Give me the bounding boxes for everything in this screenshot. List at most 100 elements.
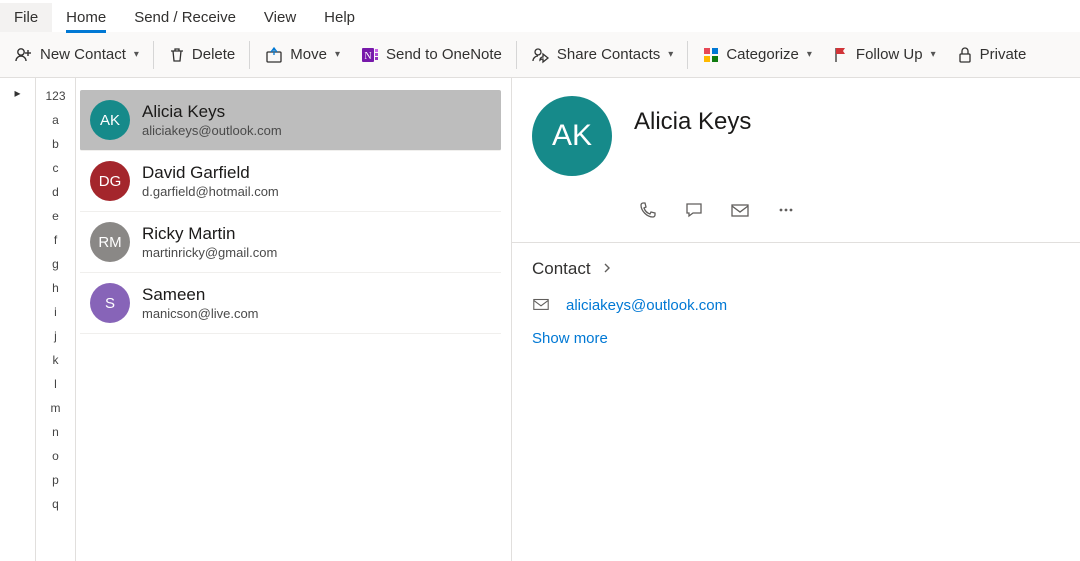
menu-home[interactable]: Home [52, 3, 120, 32]
chevron-right-icon [601, 261, 613, 277]
alpha-index-item[interactable]: g [36, 252, 75, 276]
lock-icon [956, 46, 974, 64]
chevron-down-icon: ▾ [335, 49, 340, 60]
ribbon-separator [153, 41, 154, 69]
ribbon-separator [516, 41, 517, 69]
contact-email: d.garfield@hotmail.com [142, 184, 279, 199]
alpha-index: 123abcdefghijklmnopq [36, 78, 76, 561]
alpha-index-item[interactable]: q [36, 492, 75, 516]
alpha-index-item[interactable]: n [36, 420, 75, 444]
email-row: aliciakeys@outlook.com [532, 295, 1060, 316]
alpha-index-item[interactable]: 123 [36, 84, 75, 108]
contact-detail-pane: AK Alicia Keys Contact [512, 78, 1080, 561]
share-contacts-icon [531, 45, 551, 65]
svg-text:N: N [364, 51, 371, 62]
delete-label: Delete [192, 46, 235, 63]
more-icon[interactable] [776, 200, 796, 220]
avatar: AK [90, 100, 130, 140]
alpha-index-item[interactable]: l [36, 372, 75, 396]
alpha-index-item[interactable]: a [36, 108, 75, 132]
alpha-index-item[interactable]: c [36, 156, 75, 180]
private-label: Private [980, 46, 1027, 63]
menu-view[interactable]: View [250, 3, 310, 32]
ribbon-separator [249, 41, 250, 69]
categorize-label: Categorize [726, 46, 799, 63]
share-contacts-label: Share Contacts [557, 46, 660, 63]
new-contact-button[interactable]: New Contact ▾ [4, 41, 149, 69]
contact-row[interactable]: DG David Garfieldd.garfield@hotmail.com [80, 151, 501, 212]
share-contacts-button[interactable]: Share Contacts ▾ [521, 41, 683, 69]
chevron-down-icon: ▾ [668, 49, 673, 60]
delete-button[interactable]: Delete [158, 42, 245, 68]
alpha-index-item[interactable]: j [36, 324, 75, 348]
contact-name: Ricky Martin [142, 224, 277, 244]
contact-row[interactable]: RM Ricky Martinmartinricky@gmail.com [80, 212, 501, 273]
follow-up-label: Follow Up [856, 46, 923, 63]
detail-header: AK Alicia Keys [532, 96, 1060, 176]
follow-up-button[interactable]: Follow Up ▾ [822, 42, 946, 68]
alpha-index-item[interactable]: m [36, 396, 75, 420]
alpha-index-item[interactable]: f [36, 228, 75, 252]
avatar: RM [90, 222, 130, 262]
new-contact-icon [14, 45, 34, 65]
avatar-large: AK [532, 96, 612, 176]
avatar: DG [90, 161, 130, 201]
contact-row[interactable]: S Sameenmanicson@live.com [80, 273, 501, 334]
section-divider [512, 242, 1080, 243]
trash-icon [168, 46, 186, 64]
expand-nav-icon[interactable]: ▸ [14, 86, 20, 561]
contact-email: martinricky@gmail.com [142, 245, 277, 260]
alpha-index-item[interactable]: h [36, 276, 75, 300]
contact-text: Alicia Keysaliciakeys@outlook.com [142, 102, 282, 138]
alpha-index-item[interactable]: p [36, 468, 75, 492]
mail-icon[interactable] [730, 200, 750, 220]
alpha-index-item[interactable]: d [36, 180, 75, 204]
menu-file[interactable]: File [0, 3, 52, 32]
chat-icon[interactable] [684, 200, 704, 220]
new-contact-label: New Contact [40, 46, 126, 63]
contact-name: Alicia Keys [142, 102, 282, 122]
nav-pane-collapsed: ▸ [0, 78, 36, 561]
flag-icon [832, 46, 850, 64]
send-onenote-label: Send to OneNote [386, 46, 502, 63]
contact-name: David Garfield [142, 163, 279, 183]
mail-outline-icon [532, 295, 550, 316]
send-onenote-button[interactable]: N Send to OneNote [350, 41, 512, 69]
contact-text: David Garfieldd.garfield@hotmail.com [142, 163, 279, 199]
alpha-index-item[interactable]: o [36, 444, 75, 468]
menu-send-receive[interactable]: Send / Receive [120, 3, 250, 32]
move-icon [264, 45, 284, 65]
move-button[interactable]: Move ▾ [254, 41, 350, 69]
chevron-down-icon: ▾ [807, 49, 812, 60]
detail-actions [638, 200, 1060, 220]
ribbon-toolbar: New Contact ▾ Delete Move ▾ N Send to On… [0, 32, 1080, 78]
phone-icon[interactable] [638, 200, 658, 220]
show-more-link[interactable]: Show more [532, 330, 608, 347]
alpha-index-item[interactable]: e [36, 204, 75, 228]
categorize-icon [702, 46, 720, 64]
alpha-index-item[interactable]: i [36, 300, 75, 324]
chevron-down-icon: ▾ [931, 49, 936, 60]
contact-list: AK Alicia Keysaliciakeys@outlook.com DG Dav… [76, 78, 512, 561]
menu-help[interactable]: Help [310, 3, 369, 32]
alpha-index-item[interactable]: b [36, 132, 75, 156]
contact-text: Sameenmanicson@live.com [142, 285, 259, 321]
contact-row[interactable]: AK Alicia Keysaliciakeys@outlook.com [80, 90, 501, 151]
email-link[interactable]: aliciakeys@outlook.com [566, 297, 727, 314]
private-button[interactable]: Private [946, 42, 1037, 68]
section-title: Contact [532, 259, 591, 279]
contact-text: Ricky Martinmartinricky@gmail.com [142, 224, 277, 260]
move-label: Move [290, 46, 327, 63]
contact-email: manicson@live.com [142, 306, 259, 321]
detail-name: Alicia Keys [634, 108, 751, 136]
contact-section-header[interactable]: Contact [532, 259, 1060, 279]
contact-name: Sameen [142, 285, 259, 305]
contact-email: aliciakeys@outlook.com [142, 123, 282, 138]
chevron-down-icon: ▾ [134, 49, 139, 60]
alpha-index-item[interactable]: k [36, 348, 75, 372]
workspace: ▸ 123abcdefghijklmnopq AKAlicia Keysalic… [0, 78, 1080, 561]
ribbon-separator [687, 41, 688, 69]
categorize-button[interactable]: Categorize ▾ [692, 42, 822, 68]
avatar: S [90, 283, 130, 323]
onenote-icon: N [360, 45, 380, 65]
